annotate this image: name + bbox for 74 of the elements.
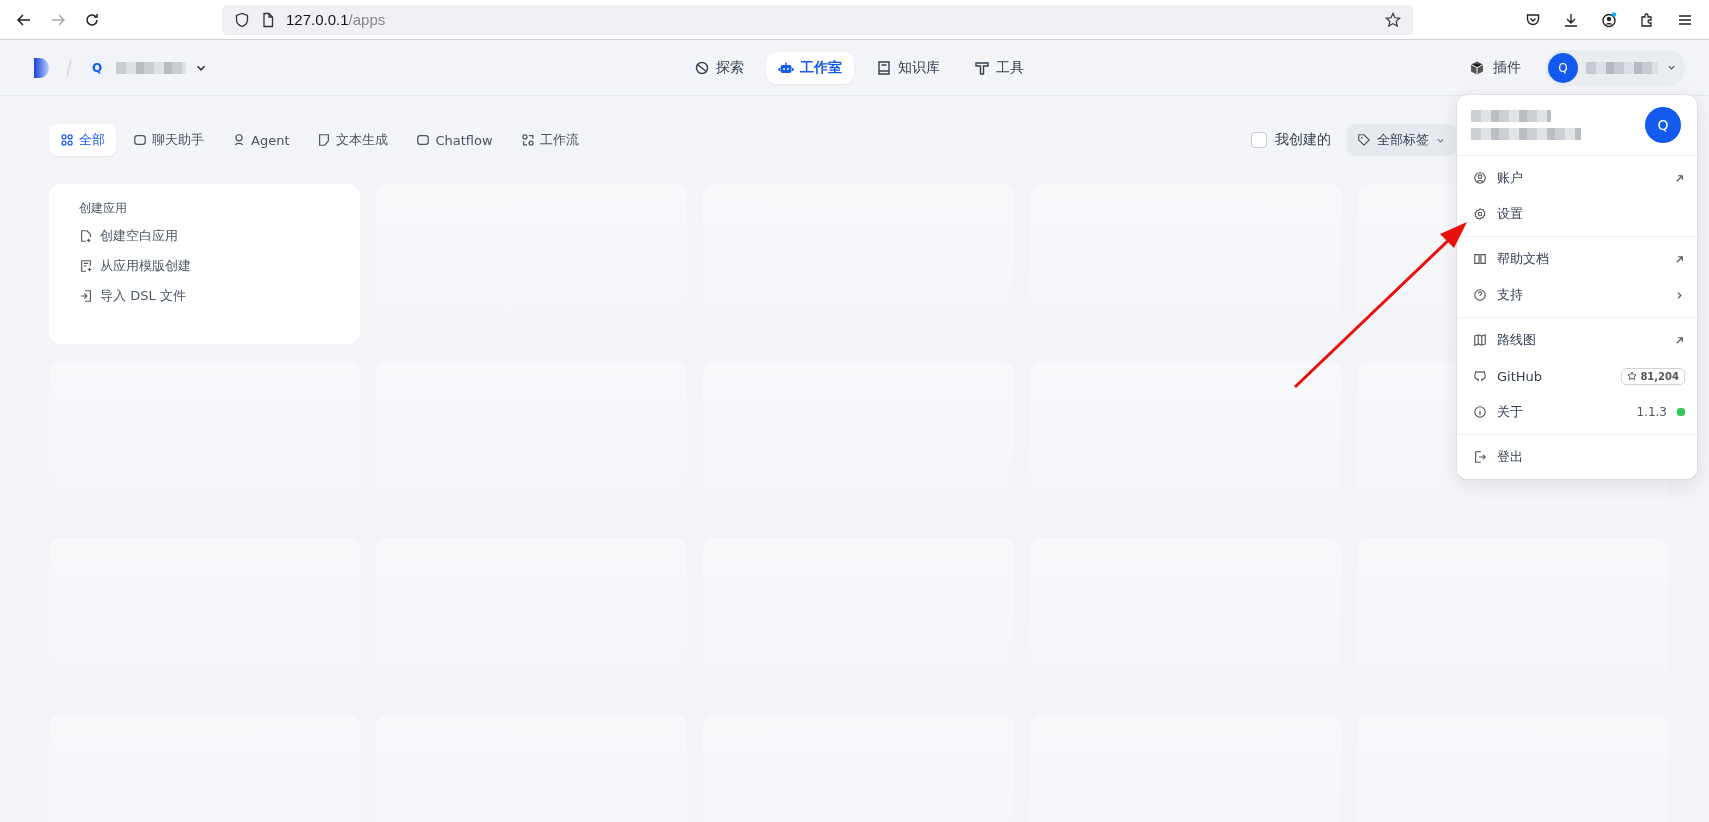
menu-item-label: 关于 <box>1497 403 1524 421</box>
menu-item[interactable]: 账户 <box>1457 160 1697 196</box>
create-option[interactable]: 从应用模版创建 <box>79 251 191 281</box>
nav-tab[interactable]: 探索 <box>681 51 756 84</box>
page-icon <box>260 11 276 28</box>
external-link-icon <box>1674 334 1685 346</box>
menu-item[interactable]: 登出 <box>1457 439 1697 475</box>
menu-item[interactable]: 设置 <box>1457 196 1697 232</box>
grid-icon <box>60 133 74 147</box>
star-icon[interactable] <box>1385 11 1401 28</box>
tag-icon <box>1357 133 1371 147</box>
help-icon <box>1473 288 1487 302</box>
github-icon <box>1473 369 1487 383</box>
star-count-badge: 81,204 <box>1621 367 1685 385</box>
cube-icon <box>1469 59 1485 76</box>
category-tab[interactable]: Agent <box>221 124 301 156</box>
category-tab[interactable]: Chatflow <box>405 124 504 156</box>
menu-item[interactable]: GitHub 81,204 <box>1457 358 1697 394</box>
settings-icon <box>1473 207 1487 221</box>
info-icon <box>1473 405 1487 419</box>
user-icon <box>1473 171 1487 185</box>
star-icon <box>1627 371 1638 381</box>
note-icon <box>317 133 332 147</box>
menu-item[interactable]: 路线图 <box>1457 322 1697 358</box>
category-tab[interactable]: 全部 <box>49 124 116 156</box>
card-title: 创建应用 <box>79 200 127 217</box>
menu-item[interactable]: 关于 1.1.3 <box>1457 394 1697 430</box>
chat-icon <box>416 133 431 147</box>
create-option[interactable]: 导入 DSL 文件 <box>79 281 186 311</box>
workspace-badge: Q <box>86 56 108 79</box>
blurred-name <box>116 61 186 74</box>
import-icon <box>79 289 93 303</box>
nav-tab[interactable]: 工作室 <box>765 51 854 84</box>
external-link-icon <box>1674 172 1685 184</box>
external-link-icon <box>1674 253 1685 265</box>
book-icon <box>1473 252 1487 266</box>
book-icon <box>875 59 892 76</box>
category-tab[interactable]: 文本生成 <box>306 124 400 156</box>
address-bar[interactable]: 127.0.0.1/apps <box>222 4 1413 35</box>
create-option[interactable]: 创建空白应用 <box>79 221 178 251</box>
checkbox-label: 我创建的 <box>1275 131 1331 149</box>
chat-icon <box>133 133 147 147</box>
slash-divider <box>64 57 74 78</box>
logo-icon[interactable] <box>32 55 52 80</box>
workflow-icon <box>520 133 535 147</box>
menu-item[interactable]: 支持 <box>1457 277 1697 313</box>
blurred-name <box>1586 61 1658 74</box>
menu-item-label: 帮助文档 <box>1497 250 1550 268</box>
user-menu-button[interactable]: Q <box>1545 49 1685 86</box>
plugins-button[interactable]: 插件 <box>1463 57 1527 78</box>
user-avatar: Q <box>1548 52 1578 83</box>
nav-tab[interactable]: 知识库 <box>863 51 952 84</box>
menu-item-label: 账户 <box>1497 169 1524 187</box>
shield-icon[interactable] <box>234 11 250 28</box>
tool-icon <box>973 59 990 76</box>
menu-item[interactable]: 帮助文档 <box>1457 241 1697 277</box>
agent-icon <box>232 133 246 147</box>
version-text: 1.1.3 <box>1636 405 1667 419</box>
user-avatar: Q <box>1645 107 1681 143</box>
new-file-icon <box>79 229 93 243</box>
checkbox[interactable] <box>1251 132 1267 148</box>
menu-item-label: 路线图 <box>1497 331 1537 349</box>
template-icon <box>79 259 93 273</box>
menu-item-label: 登出 <box>1497 448 1524 466</box>
menu-item-label: GitHub <box>1497 368 1544 384</box>
menu-item-label: 设置 <box>1497 205 1524 223</box>
tag-filter-button[interactable]: 全部标签 <box>1347 124 1456 156</box>
menu-item-label: 支持 <box>1497 286 1524 304</box>
logout-icon <box>1473 450 1487 464</box>
nav-tab[interactable]: 工具 <box>961 51 1036 84</box>
url-text[interactable]: 127.0.0.1/apps <box>286 11 386 28</box>
category-tab[interactable]: 工作流 <box>509 124 590 156</box>
map-icon <box>1473 333 1487 347</box>
category-tab[interactable]: 聊天助手 <box>122 124 215 156</box>
